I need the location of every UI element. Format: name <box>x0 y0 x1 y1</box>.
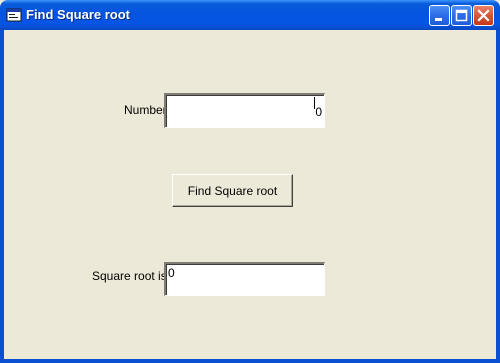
minimize-button[interactable] <box>429 5 450 26</box>
window-title: Find Square root <box>26 7 130 22</box>
number-input[interactable] <box>164 93 325 128</box>
maximize-button[interactable] <box>451 5 472 26</box>
form-client-area: Number Find Square root Square root is 0 <box>4 30 496 359</box>
maximize-icon <box>455 9 468 22</box>
app-window: Find Square root Number Find Square root… <box>0 0 500 363</box>
close-button[interactable] <box>473 5 494 26</box>
title-bar[interactable]: Find Square root <box>0 0 500 30</box>
text-caret <box>314 97 315 109</box>
close-icon <box>477 9 490 22</box>
number-label: Number <box>124 103 167 117</box>
app-window-icon[interactable] <box>6 8 22 22</box>
find-square-root-button[interactable]: Find Square root <box>172 174 293 207</box>
result-label: Square root is <box>92 269 167 283</box>
result-output[interactable]: 0 <box>164 262 325 296</box>
minimize-icon <box>435 18 442 21</box>
